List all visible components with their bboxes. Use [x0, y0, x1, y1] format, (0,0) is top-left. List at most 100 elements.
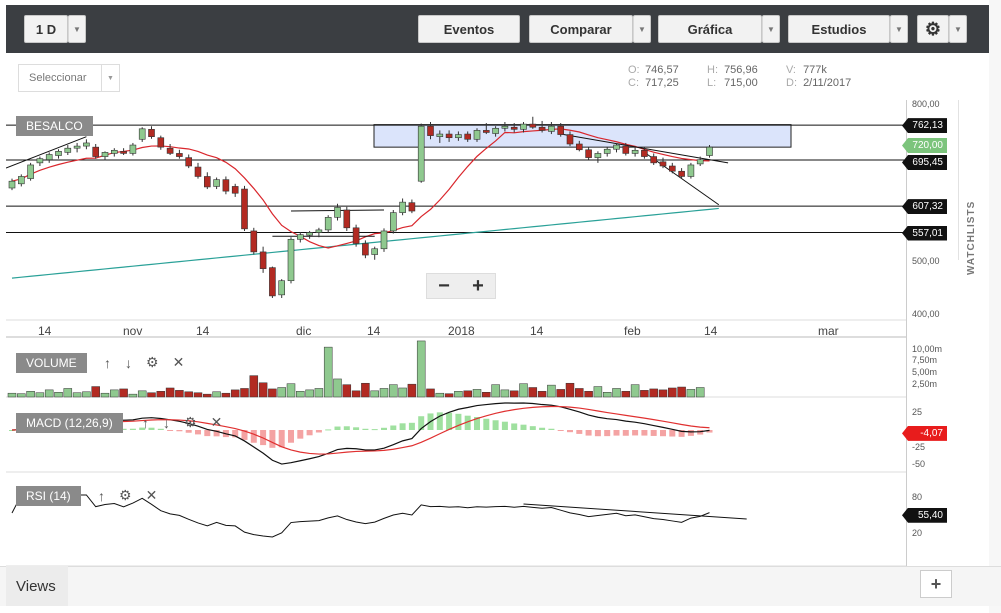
candle-body [343, 209, 351, 229]
macd-histogram-bar [604, 430, 611, 437]
volume-bar [230, 389, 240, 398]
macd-histogram-bar [529, 426, 536, 430]
volume-pane-label[interactable]: VOLUME [16, 353, 87, 373]
watchlists-tab[interactable]: WATCHLISTS [958, 100, 989, 275]
move-down-icon[interactable]: ↓ [163, 415, 170, 431]
candle-body [520, 123, 527, 130]
candle-body [296, 234, 304, 240]
volume-tick: 2,50m [912, 379, 938, 390]
symbol-label[interactable]: BESALCO [16, 116, 93, 136]
volume-bar [658, 389, 668, 398]
last-price-label: 720,00 [902, 138, 947, 154]
estudios-button[interactable]: Estudios [788, 15, 890, 43]
volume-bar [584, 391, 593, 398]
estudios-chevron-down-icon[interactable]: ▼ [890, 15, 908, 43]
macd-histogram-bar [650, 430, 657, 436]
macd-histogram-bar [511, 423, 518, 430]
volume-bar [26, 391, 35, 398]
x-tick: 14 [704, 324, 718, 338]
x-tick: 14 [530, 324, 544, 338]
macd-histogram-bar [315, 430, 322, 433]
gear-icon[interactable]: ⚙ [119, 487, 132, 504]
candle-body [510, 126, 518, 130]
candle-body [538, 126, 546, 131]
rsi-tick: 80 [912, 492, 923, 502]
x-tick: 14 [38, 324, 52, 338]
move-up-icon[interactable]: ↑ [98, 488, 105, 504]
macd-histogram-bar [641, 430, 648, 436]
candle-body [389, 212, 397, 232]
zoom-in-button[interactable]: + [461, 274, 495, 298]
selector-chevron-down-icon[interactable]: ▼ [101, 65, 119, 91]
move-up-icon[interactable]: ↑ [142, 415, 149, 431]
symbol-selector[interactable]: Seleccionar ▼ [18, 64, 120, 92]
gear-icon[interactable]: ⚙ [146, 354, 159, 371]
grafica-chevron-down-icon[interactable]: ▼ [762, 15, 780, 43]
settings-gear-icon[interactable]: ⚙ [917, 15, 949, 43]
candle-body [706, 146, 713, 156]
volume-bar [72, 392, 82, 398]
candle-body [324, 217, 332, 231]
candle-body [259, 251, 267, 269]
move-up-icon[interactable]: ↑ [104, 355, 111, 371]
volume-bar [491, 384, 500, 398]
candle-body [408, 202, 416, 212]
macd-histogram-bar [381, 427, 387, 430]
close-icon[interactable]: ✕ [211, 414, 223, 431]
macd-histogram-bar [362, 428, 369, 430]
volume-bar [119, 388, 128, 398]
comparar-button[interactable]: Comparar [529, 15, 633, 43]
macd-histogram-bar [660, 430, 666, 437]
candle-body [315, 229, 323, 233]
candle-body [231, 186, 239, 194]
macd-histogram-bar [325, 429, 332, 431]
ohlc-date: D: 2/11/2017 [786, 77, 852, 89]
settings-chevron-down-icon[interactable]: ▼ [949, 15, 967, 43]
volume-bar [621, 391, 631, 398]
ohlc-low: L: 715,00 [707, 77, 758, 89]
eventos-button[interactable]: Eventos [418, 15, 520, 43]
trend-line [6, 136, 87, 169]
candle-body [306, 232, 313, 236]
candle-body [464, 133, 472, 140]
volume-bar [277, 387, 286, 398]
volume-bar [686, 389, 696, 398]
gear-icon[interactable]: ⚙ [184, 414, 197, 431]
candle-body [222, 179, 230, 192]
rsi-pane-label[interactable]: RSI (14) [16, 486, 81, 506]
macd-histogram-bar [306, 430, 313, 436]
volume-bar [203, 393, 212, 398]
ohlc-volume: V: 777k [786, 64, 827, 76]
comparar-chevron-down-icon[interactable]: ▼ [633, 15, 651, 43]
volume-bar [314, 388, 324, 398]
candle-body [269, 267, 276, 297]
grafica-button[interactable]: Gráfica [658, 15, 762, 43]
volume-bar [193, 392, 203, 398]
footer-bar [0, 566, 1001, 606]
macd-pane-label[interactable]: MACD (12,26,9) [16, 413, 123, 433]
volume-tick: 5,00m [912, 367, 938, 378]
candle-body [455, 134, 462, 139]
candle-body [529, 123, 537, 128]
candle-body [55, 151, 62, 156]
candle-body [138, 128, 146, 140]
views-tab[interactable]: Views [6, 566, 68, 606]
volume-bar [565, 382, 575, 398]
macd-histogram-bar [613, 430, 620, 436]
candle-body [492, 127, 499, 134]
candle-body [427, 125, 434, 136]
move-down-icon[interactable]: ↓ [125, 355, 132, 371]
rsi-trend-line [523, 503, 747, 520]
interval-button[interactable]: 1 D [24, 15, 68, 43]
close-icon[interactable]: ✕ [173, 354, 185, 371]
candle-body [194, 166, 202, 177]
volume-bar [407, 383, 417, 398]
candle-body [557, 125, 565, 135]
close-icon[interactable]: ✕ [146, 487, 158, 504]
candle-body [45, 154, 53, 161]
volume-bar [175, 390, 184, 398]
zoom-out-button[interactable]: − [427, 274, 461, 298]
add-view-button[interactable]: + [920, 570, 952, 598]
interval-chevron-down-icon[interactable]: ▼ [68, 15, 86, 43]
candle-body [362, 243, 369, 256]
